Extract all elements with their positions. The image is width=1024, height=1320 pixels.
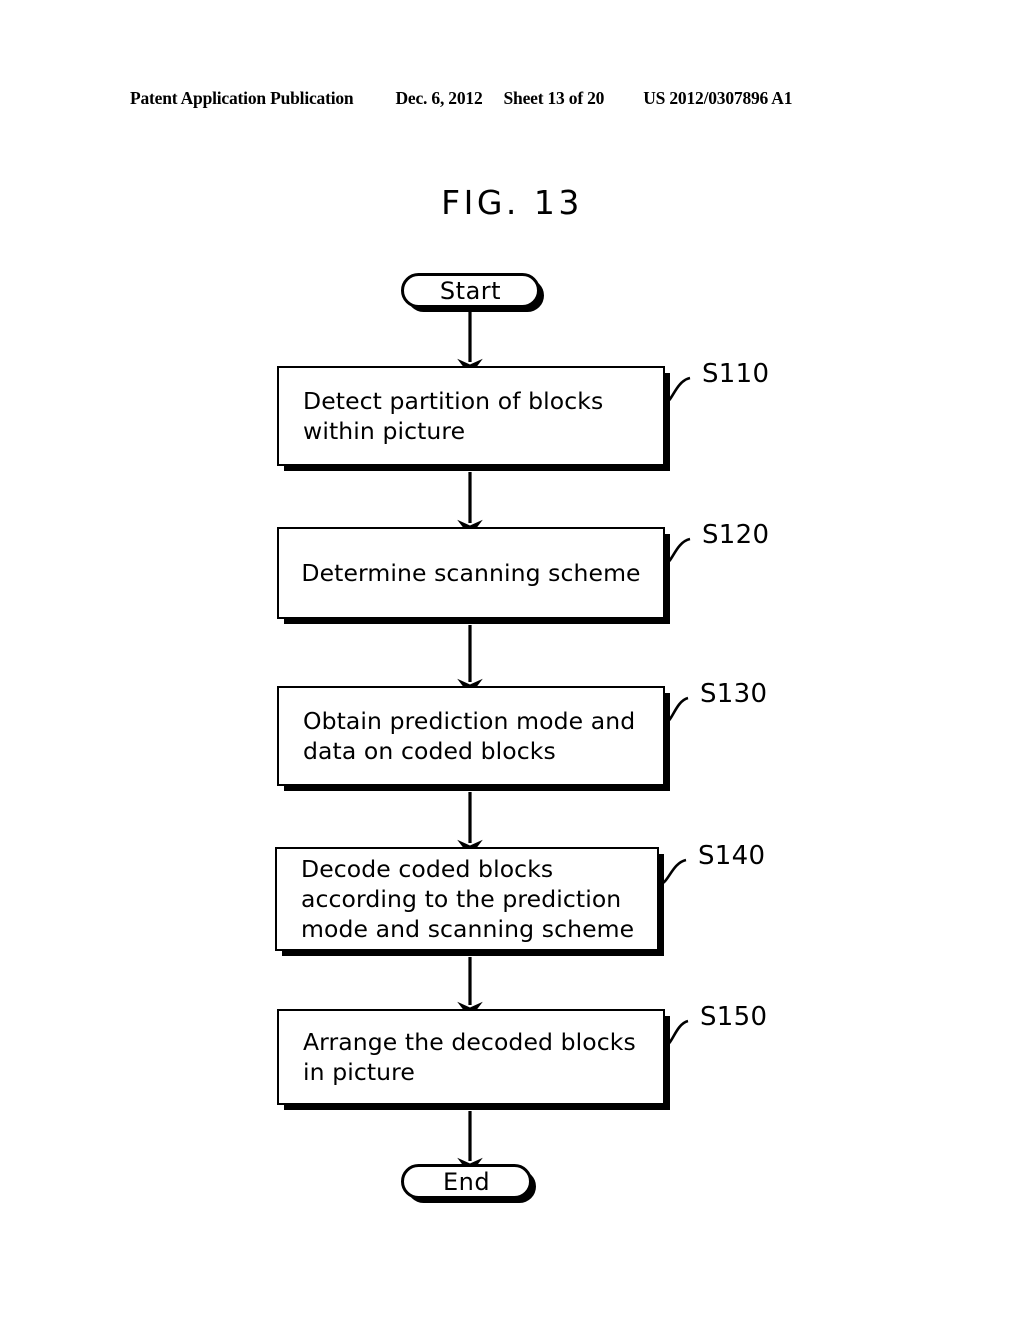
- step-s120-text: Determine scanning scheme: [301, 558, 641, 587]
- flowchart-node-start: Start: [401, 273, 540, 308]
- step-reference-s130: S130: [700, 679, 768, 709]
- step-s150-text: Arrange the decoded blocks in picture: [303, 1027, 636, 1086]
- flowchart-step-s150: Arrange the decoded blocks in picture: [277, 1009, 665, 1105]
- flowchart-step-s110: Detect partition of blocks within pictur…: [277, 366, 665, 466]
- step-s130-text: Obtain prediction mode and data on coded…: [303, 706, 636, 765]
- leader-line-s130: [665, 696, 689, 724]
- leader-line-s120: [665, 537, 691, 565]
- leader-line-s110: [665, 376, 691, 404]
- flowchart-connectors: [457, 311, 691, 1175]
- step-reference-s140: S140: [698, 841, 766, 871]
- step-s140-text: Decode coded blocks according to the pre…: [301, 854, 635, 944]
- flowchart-step-s120: Determine scanning scheme: [277, 527, 665, 619]
- step-reference-s110: S110: [702, 359, 770, 389]
- flowchart-step-s140: Decode coded blocks according to the pre…: [275, 847, 659, 951]
- end-node-label: End: [442, 1167, 491, 1196]
- step-reference-s120: S120: [702, 520, 770, 550]
- step-s110-text: Detect partition of blocks within pictur…: [303, 386, 604, 445]
- flowchart-node-end: End: [401, 1164, 532, 1199]
- leader-line-s140: [659, 858, 687, 886]
- flowchart-diagram: Start Detect partition of blocks within …: [0, 0, 1024, 1320]
- step-reference-s150: S150: [700, 1002, 768, 1032]
- start-node-label: Start: [439, 276, 502, 305]
- leader-line-s150: [665, 1019, 689, 1047]
- flowchart-step-s130: Obtain prediction mode and data on coded…: [277, 686, 665, 786]
